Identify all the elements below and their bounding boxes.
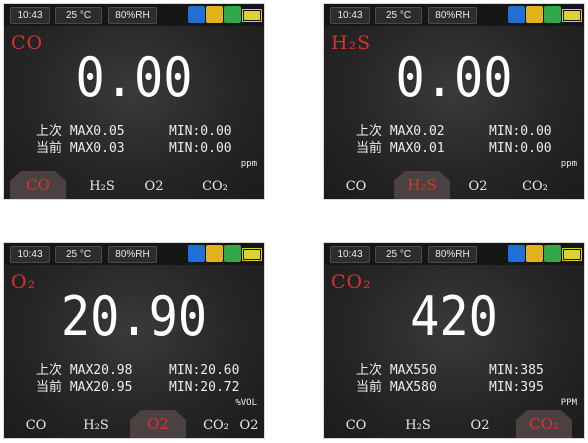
max-history: 上次 MAX0.05 当前 MAX0.03	[36, 123, 125, 157]
current-min: MIN:0.00	[489, 141, 552, 156]
battery-icon	[562, 9, 582, 22]
status-bar: 10:43 25 °C 80%RH	[4, 243, 264, 265]
temperature-display: 25 °C	[55, 246, 102, 263]
gas-reading: 0.00	[75, 46, 193, 109]
data-log-icon	[206, 6, 223, 23]
data-log-icon	[206, 245, 223, 262]
tab-o2[interactable]: O2	[458, 178, 498, 196]
tab-co2[interactable]: CO₂	[190, 178, 240, 196]
battery-icon	[242, 9, 262, 22]
bluetooth-icon	[508, 6, 525, 23]
min-history: MIN:0.00 MIN:0.00	[169, 123, 232, 157]
tab-co2[interactable]: CO₂	[198, 417, 234, 435]
min-history: MIN:385 MIN:395	[489, 362, 544, 396]
sync-icon	[224, 245, 241, 262]
battery-icon	[562, 248, 582, 261]
temperature-display: 25 °C	[375, 246, 422, 263]
tab-o2[interactable]: O2	[460, 417, 500, 435]
unit-label: %VOL	[235, 398, 257, 408]
last-min: MIN:385	[489, 363, 544, 378]
current-max: 当前 MAX0.01	[356, 141, 445, 156]
current-max: 当前 MAX580	[356, 380, 437, 395]
time-display: 10:43	[330, 7, 370, 24]
last-max: 上次 MAX20.98	[36, 363, 133, 378]
tab-h2s[interactable]: H₂S	[82, 178, 122, 196]
tab-co[interactable]: CO	[338, 178, 374, 196]
temperature-display: 25 °C	[375, 7, 422, 24]
sync-icon	[544, 6, 561, 23]
humidity-display: 80%RH	[108, 7, 157, 24]
unit-label: ppm	[240, 159, 257, 169]
battery-icon	[242, 248, 262, 261]
current-min: MIN:0.00	[169, 141, 232, 156]
min-history: MIN:20.60 MIN:20.72	[169, 362, 239, 396]
gas-detector-screen-h2s: 10:43 25 °C 80%RH H₂S 0.00 上次 MAX0.02 当前…	[323, 3, 585, 200]
max-history: 上次 MAX0.02 当前 MAX0.01	[356, 123, 445, 157]
gas-tab-bar: CO H₂S O2 CO₂	[324, 410, 584, 438]
current-max: 当前 MAX20.95	[36, 380, 133, 395]
status-bar: 10:43 25 °C 80%RH	[324, 4, 584, 26]
gas-reading: 420	[410, 285, 498, 348]
gas-detector-screen-o2: 10:43 25 °C 80%RH O₂ 20.90 上次 MAX20.98 当…	[3, 242, 265, 439]
current-max: 当前 MAX0.03	[36, 141, 125, 156]
tab-h2s[interactable]: H₂S	[398, 417, 438, 435]
temperature-display: 25 °C	[55, 7, 102, 24]
tab-o2-secondary[interactable]: O2	[236, 417, 262, 435]
sync-icon	[224, 6, 241, 23]
gas-reading: 0.00	[395, 46, 513, 109]
bluetooth-icon	[188, 6, 205, 23]
last-max: 上次 MAX0.05	[36, 124, 125, 139]
last-min: MIN:0.00	[489, 124, 552, 139]
max-history: 上次 MAX550 当前 MAX580	[356, 362, 437, 396]
last-max: 上次 MAX0.02	[356, 124, 445, 139]
time-display: 10:43	[10, 246, 50, 263]
gas-tab-bar: CO H₂S O2 CO₂ O2	[4, 410, 264, 438]
gas-detector-screen-co: 10:43 25 °C 80%RH CO 0.00 上次 MAX0.05 当前 …	[3, 3, 265, 200]
tab-co2[interactable]: CO₂	[516, 410, 572, 438]
gas-tab-bar: CO H₂S O2 CO₂	[324, 171, 584, 199]
current-min: MIN:20.72	[169, 380, 240, 395]
unit-label: PPM	[560, 398, 577, 408]
tab-co[interactable]: CO	[338, 417, 374, 435]
data-log-icon	[526, 6, 543, 23]
tab-co[interactable]: CO	[18, 417, 54, 435]
tab-h2s[interactable]: H₂S	[394, 171, 450, 199]
min-history: MIN:0.00 MIN:0.00	[489, 123, 552, 157]
humidity-display: 80%RH	[428, 246, 477, 263]
tab-h2s[interactable]: H₂S	[76, 417, 116, 435]
sync-icon	[544, 245, 561, 262]
last-min: MIN:0.00	[169, 124, 232, 139]
last-min: MIN:20.60	[169, 363, 240, 378]
tab-o2[interactable]: O2	[130, 410, 186, 438]
tab-co2[interactable]: CO₂	[510, 178, 560, 196]
last-max: 上次 MAX550	[356, 363, 437, 378]
tab-co[interactable]: CO	[10, 171, 66, 199]
bluetooth-icon	[508, 245, 525, 262]
gas-reading: 20.90	[60, 285, 208, 348]
unit-label: ppm	[560, 159, 577, 169]
status-bar: 10:43 25 °C 80%RH	[324, 243, 584, 265]
humidity-display: 80%RH	[108, 246, 157, 263]
current-min: MIN:395	[489, 380, 544, 395]
max-history: 上次 MAX20.98 当前 MAX20.95	[36, 362, 132, 396]
tab-o2[interactable]: O2	[134, 178, 174, 196]
humidity-display: 80%RH	[428, 7, 477, 24]
status-bar: 10:43 25 °C 80%RH	[4, 4, 264, 26]
time-display: 10:43	[10, 7, 50, 24]
time-display: 10:43	[330, 246, 370, 263]
gas-tab-bar: CO H₂S O2 CO₂	[4, 171, 264, 199]
gas-detector-screen-co2: 10:43 25 °C 80%RH CO₂ 420 上次 MAX550 当前 M…	[323, 242, 585, 439]
bluetooth-icon	[188, 245, 205, 262]
data-log-icon	[526, 245, 543, 262]
